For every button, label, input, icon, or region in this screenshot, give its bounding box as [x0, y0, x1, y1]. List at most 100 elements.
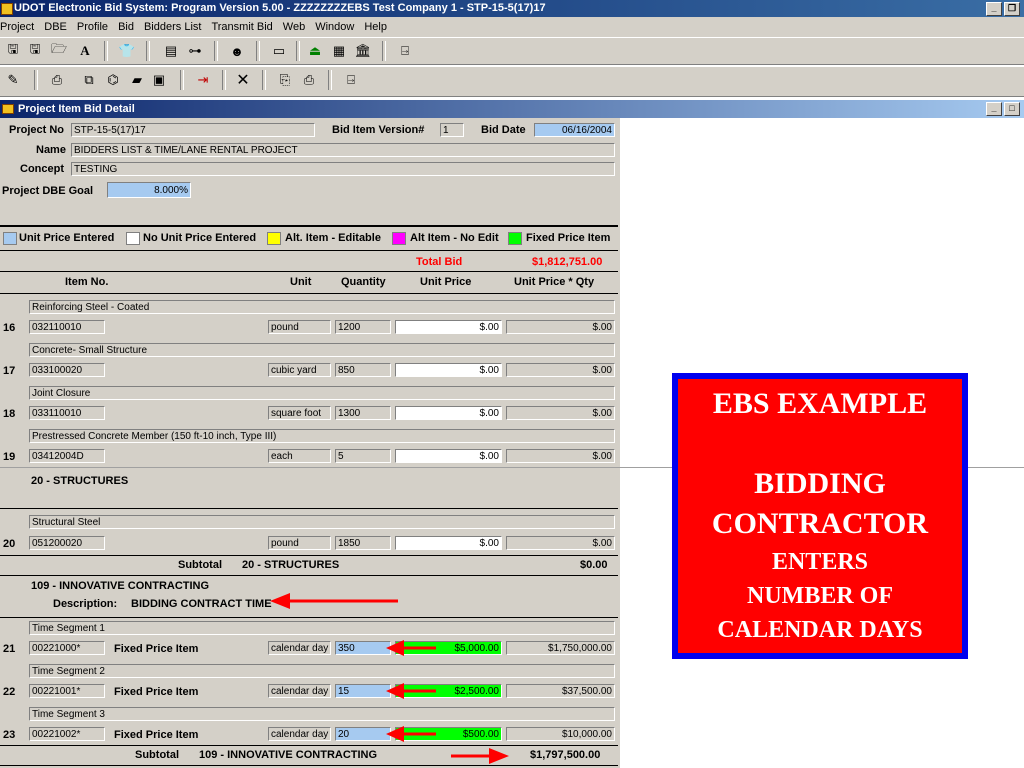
- item-description[interactable]: Prestressed Concrete Member (150 ft-10 i…: [29, 429, 615, 443]
- title-bar: UDOT Electronic Bid System: Program Vers…: [0, 0, 1024, 17]
- item-number-field[interactable]: 051200020: [29, 536, 105, 550]
- quantity-input[interactable]: 350: [335, 641, 391, 655]
- open-folder-icon[interactable]: 🗁: [50, 41, 68, 60]
- line-number: 18: [3, 408, 16, 420]
- font-icon[interactable]: A: [76, 42, 94, 60]
- project-no-field[interactable]: STP-15-5(17)17: [71, 123, 315, 137]
- section-description-label: Description:: [53, 598, 118, 610]
- user-search-icon[interactable]: ☻: [228, 42, 246, 60]
- line-number: 19: [3, 451, 16, 463]
- upload-icon[interactable]: ⏏: [306, 42, 324, 60]
- quantity-field[interactable]: 1850: [335, 536, 391, 550]
- form-icon[interactable]: ▭: [270, 42, 288, 60]
- menu-bid[interactable]: Bid: [113, 21, 139, 33]
- toolbar-secondary: ✎ ⎙ ⧉ ⌬ ▰ ▣ ⇥ ✕ ⎘ ⎙ ⍈: [0, 66, 1024, 97]
- item-number-field[interactable]: 00221001*: [29, 684, 105, 698]
- line-number: 21: [3, 643, 16, 655]
- quantity-field[interactable]: 1200: [335, 320, 391, 334]
- callout-content: EBS EXAMPLE BIDDING CONTRACTOR ENTERS NU…: [678, 379, 962, 653]
- item-number-field[interactable]: 03412004D: [29, 449, 105, 463]
- menu-web[interactable]: Web: [278, 21, 310, 33]
- unit-price-input[interactable]: $.00: [395, 406, 502, 420]
- door-in-icon[interactable]: ⇥: [194, 71, 212, 89]
- table-icon[interactable]: ▣: [150, 71, 168, 89]
- unit-field[interactable]: cubic yard: [268, 363, 331, 377]
- callout-box: EBS EXAMPLE BIDDING CONTRACTOR ENTERS NU…: [672, 373, 968, 659]
- unit-price-input[interactable]: $.00: [395, 536, 502, 550]
- quantity-input[interactable]: 20: [335, 727, 391, 741]
- bank-icon[interactable]: 🏛: [354, 42, 372, 60]
- unit-field[interactable]: square foot: [268, 406, 331, 420]
- menu-bidders-list[interactable]: Bidders List: [139, 21, 206, 33]
- col-extended: Unit Price * Qty: [514, 276, 595, 288]
- item-number-field[interactable]: 033100020: [29, 363, 105, 377]
- unit-field[interactable]: each: [268, 449, 331, 463]
- link-icon[interactable]: ⊶: [186, 42, 204, 60]
- item-description[interactable]: Time Segment 2: [29, 664, 615, 678]
- copy-icon[interactable]: ⧉: [80, 71, 98, 89]
- extended-amount-field: $37,500.00: [506, 684, 615, 698]
- child-maximize-button[interactable]: □: [1004, 102, 1020, 116]
- printer-icon[interactable]: ⎙: [300, 71, 318, 89]
- project-no-label: Project No: [9, 124, 65, 136]
- item-description[interactable]: Concrete- Small Structure: [29, 343, 615, 357]
- extended-amount-field: $.00: [506, 363, 615, 377]
- menu-dbe[interactable]: DBE: [39, 21, 72, 33]
- item-number-field[interactable]: 033110010: [29, 406, 105, 420]
- unit-field[interactable]: calendar day: [268, 684, 331, 698]
- unit-price-input[interactable]: $.00: [395, 363, 502, 377]
- unit-field[interactable]: pound: [268, 320, 331, 334]
- chart-icon[interactable]: ⌬: [104, 71, 122, 89]
- item-number-field[interactable]: 032110010: [29, 320, 105, 334]
- item-description[interactable]: Reinforcing Steel - Coated: [29, 300, 615, 314]
- menu-help[interactable]: Help: [359, 21, 392, 33]
- item-description[interactable]: Structural Steel: [29, 515, 615, 529]
- bid-date-field[interactable]: 06/16/2004: [534, 123, 615, 137]
- item-description[interactable]: Joint Closure: [29, 386, 615, 400]
- quantity-input[interactable]: 15: [335, 684, 391, 698]
- delete-icon[interactable]: ✕: [234, 71, 252, 89]
- menu-window[interactable]: Window: [310, 21, 359, 33]
- minimize-button[interactable]: _: [986, 2, 1002, 16]
- subtotal-value: $1,797,500.00: [530, 749, 601, 761]
- restore-button[interactable]: ❐: [1004, 2, 1020, 16]
- menu-project[interactable]: Project: [0, 21, 39, 33]
- list-view-icon[interactable]: ▤: [162, 42, 180, 60]
- quantity-field[interactable]: 1300: [335, 406, 391, 420]
- report-icon[interactable]: ▰: [128, 71, 146, 89]
- shirt-icon[interactable]: 👕: [118, 42, 136, 60]
- subtotal-section: 20 - STRUCTURES: [242, 559, 340, 571]
- item-number-field[interactable]: 00221002*: [29, 727, 105, 741]
- exit-door-icon[interactable]: ⍈: [342, 71, 360, 89]
- exit-door-icon[interactable]: ⍈: [396, 42, 414, 60]
- save-icon[interactable]: 🖫: [4, 41, 22, 60]
- quantity-field[interactable]: 5: [335, 449, 391, 463]
- quantity-field[interactable]: 850: [335, 363, 391, 377]
- bid-version-field[interactable]: 1: [440, 123, 464, 137]
- menu-profile[interactable]: Profile: [72, 21, 113, 33]
- save-as-icon[interactable]: 🖫: [26, 41, 44, 60]
- callout-line-6: CALENDAR DAYS: [717, 617, 923, 643]
- item-number-field[interactable]: 00221000*: [29, 641, 105, 655]
- unit-price-input[interactable]: $.00: [395, 449, 502, 463]
- item-description[interactable]: Time Segment 1: [29, 621, 615, 635]
- unit-field[interactable]: calendar day: [268, 727, 331, 741]
- paste-icon[interactable]: ⎘: [276, 71, 294, 89]
- legend-swatch-no-unit-price: [126, 232, 140, 245]
- image-icon[interactable]: ▦: [330, 42, 348, 60]
- section-title-innovative: 109 - INNOVATIVE CONTRACTING: [31, 580, 210, 592]
- legend-alt-editable: Alt. Item - Editable: [285, 232, 381, 244]
- child-minimize-button[interactable]: _: [986, 102, 1002, 116]
- fixed-price-label: Fixed Price Item: [114, 643, 199, 655]
- unit-field[interactable]: calendar day: [268, 641, 331, 655]
- unit-field[interactable]: pound: [268, 536, 331, 550]
- concept-field[interactable]: TESTING: [71, 162, 615, 176]
- project-name-field[interactable]: BIDDERS LIST & TIME/LANE RENTAL PROJECT: [71, 143, 615, 157]
- menu-transmit-bid[interactable]: Transmit Bid: [206, 21, 277, 33]
- edit-icon[interactable]: ✎: [4, 71, 22, 89]
- unit-price-input[interactable]: $.00: [395, 320, 502, 334]
- item-description[interactable]: Time Segment 3: [29, 707, 615, 721]
- child-window-title: Project Item Bid Detail: [18, 103, 135, 115]
- dbe-goal-field[interactable]: 8.000%: [107, 182, 191, 198]
- print-icon[interactable]: ⎙: [48, 71, 66, 89]
